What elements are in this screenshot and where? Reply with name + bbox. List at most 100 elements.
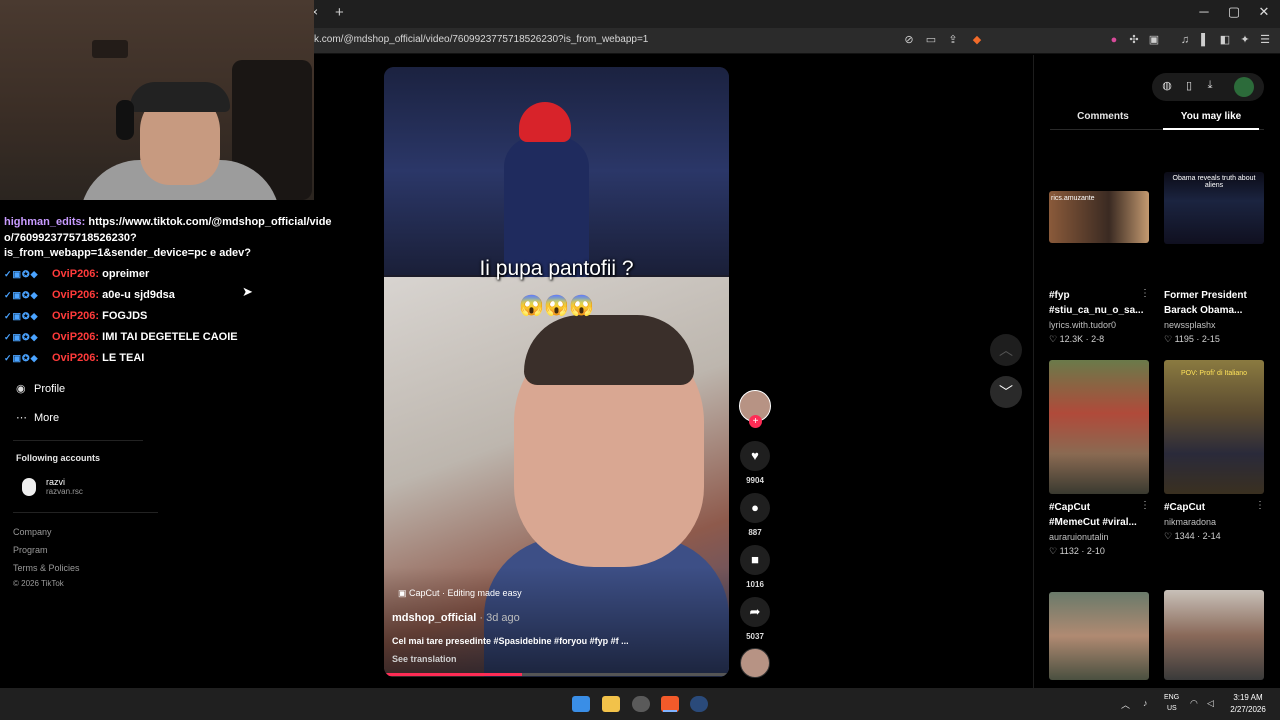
video-thumbnail[interactable]: [1049, 592, 1149, 680]
share-icon[interactable]: ⇪: [946, 33, 960, 47]
video-thumbnail[interactable]: POV: Profi' di Italiano: [1164, 360, 1264, 494]
comment-button[interactable]: ●: [740, 493, 770, 523]
heart-icon: ♥: [751, 448, 759, 463]
video-author[interactable]: mdshop_official · 3d ago: [392, 612, 520, 624]
microphone-icon[interactable]: ♪: [1143, 698, 1148, 708]
clock-time[interactable]: 3:19 AM: [1228, 693, 1268, 702]
see-translation-link[interactable]: See translation: [392, 654, 457, 664]
menu-icon[interactable]: ☰: [1258, 33, 1272, 47]
thumbnail-text: rics.amuzante: [1051, 195, 1095, 202]
wallet2-icon[interactable]: ◧: [1218, 33, 1232, 47]
more-options-icon[interactable]: ⋮: [1140, 500, 1150, 511]
chat-user: OviP206:: [52, 310, 100, 322]
video-title[interactable]: #MemeCut #viral...: [1049, 515, 1137, 530]
video-author[interactable]: lyrics.with.tudor0: [1049, 320, 1116, 330]
more-options-icon[interactable]: ⋮: [1140, 288, 1150, 299]
author-name[interactable]: mdshop_official: [392, 612, 476, 624]
video-title[interactable]: #stiu_ca_nu_o_sa...: [1049, 303, 1144, 318]
wallet-icon[interactable]: ▣: [1147, 33, 1161, 47]
chat-text: IMI TAI DEGETELE CAOIE: [102, 331, 238, 343]
video-player[interactable]: Ii pupa pantofii ? 😱😱😱 ▣ CapCut · Editin…: [384, 67, 729, 677]
video-stats: ♡ 1344 · 2-14: [1164, 531, 1221, 541]
capcut-label[interactable]: ▣ CapCut · Editing made easy: [398, 588, 522, 599]
more-options-icon[interactable]: ⋮: [1255, 500, 1265, 511]
video-description[interactable]: Cel mai tare presedinte #Spasidebine #fo…: [392, 636, 629, 646]
video-thumbnail[interactable]: [1164, 590, 1264, 680]
cast-icon[interactable]: ▭: [924, 33, 938, 47]
my-avatar[interactable]: [1234, 77, 1254, 97]
footer-company[interactable]: Company: [13, 527, 52, 537]
download-icon[interactable]: ⤓: [1203, 79, 1217, 92]
chat-badges-icon: ✓▣✪◆: [4, 311, 39, 321]
device-icon[interactable]: ▯: [1182, 79, 1196, 92]
video-thumbnail[interactable]: [1049, 360, 1149, 494]
account-name[interactable]: razvi: [46, 477, 65, 487]
footer-copyright: © 2026 TikTok: [13, 579, 64, 588]
nav-profile[interactable]: ◉ Profile: [16, 382, 65, 395]
brave-shield-icon[interactable]: ◆: [970, 33, 984, 47]
like-count: 9904: [746, 476, 764, 485]
follow-plus-icon[interactable]: +: [749, 415, 762, 428]
video-thumbnail[interactable]: rics.amuzante: [1049, 191, 1149, 243]
video-stats: ♡ 1132 · 2-10: [1049, 546, 1105, 556]
new-tab-button[interactable]: +: [335, 4, 344, 21]
video-author[interactable]: auraruionutalin: [1049, 532, 1109, 542]
save-button[interactable]: ■: [740, 545, 770, 575]
region-indicator[interactable]: US: [1167, 705, 1177, 712]
chat-message: ✓▣✪◆ OviP206: a0e-u sjd9dsa: [4, 289, 175, 301]
minimize-button[interactable]: ─: [1195, 4, 1213, 19]
compass-icon[interactable]: ◍: [1160, 79, 1174, 92]
tab-comments[interactable]: Comments: [1050, 111, 1156, 122]
like-button[interactable]: ♥: [740, 441, 770, 471]
footer-terms[interactable]: Terms & Policies: [13, 563, 80, 573]
clock-date[interactable]: 2/27/2026: [1228, 705, 1268, 714]
extension-icon[interactable]: ●: [1107, 33, 1121, 47]
leo-icon[interactable]: ✦: [1238, 33, 1252, 47]
tab-you-may-like[interactable]: You may like: [1163, 111, 1259, 122]
music-icon[interactable]: ♫: [1178, 33, 1192, 47]
footer-program[interactable]: Program: [13, 545, 48, 555]
video-author[interactable]: newssplashx: [1164, 320, 1216, 330]
nav-more[interactable]: ⋯ More: [16, 411, 59, 424]
previous-video-button[interactable]: ︿: [990, 334, 1022, 366]
video-person-suit: [504, 137, 589, 277]
chat-user: OviP206:: [52, 289, 100, 301]
chat-text: https://www.tiktok.com/@mdshop_official/…: [88, 216, 332, 228]
start-icon[interactable]: [572, 696, 590, 712]
chevron-up-icon[interactable]: ︿: [1121, 698, 1130, 711]
video-title[interactable]: #CapCut: [1164, 500, 1205, 515]
file-explorer-icon[interactable]: [602, 696, 620, 712]
maximize-button[interactable]: ▢: [1225, 4, 1243, 20]
music-disc-avatar[interactable]: [740, 648, 770, 678]
steam-icon[interactable]: [690, 696, 708, 712]
video-title[interactable]: #fyp: [1049, 288, 1070, 303]
share-button[interactable]: ➦: [740, 597, 770, 627]
tracking-icon[interactable]: ⊘: [902, 33, 916, 47]
video-title[interactable]: Former President: [1164, 288, 1247, 303]
share-count: 5037: [746, 632, 764, 641]
url-text[interactable]: k.com/@mdshop_official/video/76099237757…: [314, 34, 648, 45]
video-thumbnail[interactable]: Obama reveals truth about aliens: [1164, 172, 1264, 244]
language-indicator[interactable]: ENG: [1164, 694, 1179, 701]
video-author[interactable]: nikmaradona: [1164, 517, 1216, 527]
chat-badges-icon: ✓▣✪◆: [4, 353, 39, 363]
window-close-button[interactable]: ✕: [1255, 4, 1273, 20]
next-video-button[interactable]: ﹀: [990, 376, 1022, 408]
capcut-text: CapCut · Editing made easy: [409, 588, 522, 598]
more-dots-icon: ⋯: [16, 412, 27, 424]
sidebar-toggle-icon[interactable]: ▌: [1198, 33, 1212, 47]
chat-user: OviP206:: [52, 268, 100, 280]
chat-message: ✓▣✪◆ OviP206: LE TEAI: [4, 352, 144, 364]
puzzle-icon[interactable]: ✣: [1127, 33, 1141, 47]
video-title[interactable]: #CapCut: [1049, 500, 1090, 515]
wifi-icon[interactable]: ◠: [1190, 698, 1198, 709]
account-avatar[interactable]: [22, 478, 36, 496]
account-handle[interactable]: razvan.rsc: [46, 487, 83, 496]
video-progress-bar[interactable]: [384, 673, 729, 676]
volume-icon[interactable]: ◁: [1207, 698, 1214, 709]
nav-more-label: More: [34, 412, 60, 424]
chat-text: FOGJDS: [102, 310, 148, 322]
video-title[interactable]: Barack Obama...: [1164, 303, 1242, 318]
obs-icon[interactable]: [632, 696, 650, 712]
video-person-hair: [524, 315, 694, 385]
